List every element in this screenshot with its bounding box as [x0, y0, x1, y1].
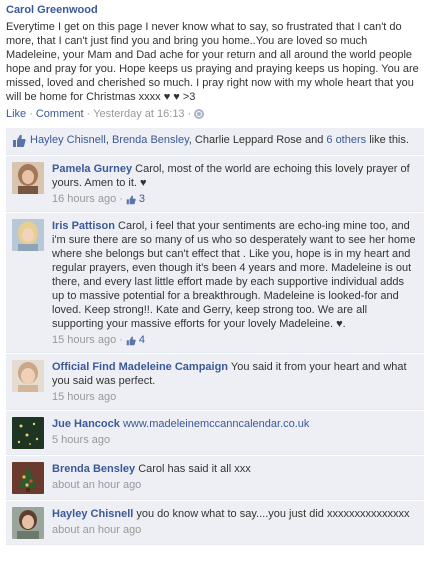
likes-separator: , Charlie Leppard Rose and — [188, 134, 327, 146]
comment-url-link[interactable]: www.madeleinemccanncalendar.co.uk — [123, 418, 310, 430]
separator-dot: · — [29, 108, 33, 120]
likes-text: Hayley Chisnell, Brenda Bensley, Charlie… — [30, 133, 409, 148]
comment-author-link[interactable]: Iris Pattison — [52, 220, 115, 232]
comment-author-link[interactable]: Hayley Chisnell — [52, 508, 133, 520]
comment-author-link[interactable]: Pamela Gurney — [52, 163, 132, 175]
post-timestamp[interactable]: Yesterday at 16:13 — [93, 107, 184, 121]
post: Carol Greenwood Everytime I get on this … — [0, 0, 430, 121]
likes-suffix: like this. — [366, 134, 409, 146]
thumbs-up-icon — [13, 134, 26, 147]
comment-meta: 5 hours ago — [52, 433, 418, 447]
thumbs-up-icon[interactable] — [126, 336, 136, 346]
separator-dot: · — [119, 334, 123, 346]
comment: Pamela Gurney Carol, most of the world a… — [6, 155, 424, 212]
comment-body: Pamela Gurney Carol, most of the world a… — [52, 162, 418, 206]
comment-author-link[interactable]: Official Find Madeleine Campaign — [52, 361, 228, 373]
globe-icon[interactable] — [194, 109, 205, 119]
comment-meta: about an hour ago — [52, 478, 418, 492]
post-author-link[interactable]: Carol Greenwood — [6, 3, 424, 17]
avatar[interactable] — [12, 360, 44, 392]
comment-text: you do know what to say....you just did … — [133, 508, 410, 520]
separator-dot: · — [86, 108, 91, 120]
post-actions: Like · Comment · Yesterday at 16:13 · — [6, 107, 424, 121]
comment-time[interactable]: 15 hours ago — [52, 390, 116, 404]
likes-row: Hayley Chisnell, Brenda Bensley, Charlie… — [6, 128, 424, 155]
avatar[interactable] — [12, 507, 44, 539]
comment: Hayley Chisnell you do know what to say.… — [6, 500, 424, 545]
comment-like-count[interactable]: 4 — [139, 333, 145, 347]
comment-author-link[interactable]: Brenda Bensley — [52, 463, 135, 475]
comment-author-link[interactable]: Jue Hancock — [52, 418, 120, 430]
comment-body: Official Find Madeleine Campaign You sai… — [52, 360, 418, 404]
thumbs-up-icon[interactable] — [126, 195, 136, 205]
comment-text: Carol, i feel that your sentiments are e… — [52, 220, 416, 330]
comment-meta: 15 hours ago · 4 — [52, 333, 418, 347]
comment: Official Find Madeleine Campaign You sai… — [6, 353, 424, 410]
liker-link[interactable]: Brenda Bensley — [112, 134, 189, 146]
comment: Brenda Bensley Carol has said it all xxx… — [6, 455, 424, 500]
post-text: Everytime I get on this page I never kno… — [6, 21, 419, 103]
comment: Jue Hancock www.madeleinemccanncalendar.… — [6, 410, 424, 455]
comment-meta: about an hour ago — [52, 523, 418, 537]
comment-text: Carol has said it all xxx — [135, 463, 251, 475]
comment-time[interactable]: 16 hours ago — [52, 192, 116, 206]
separator-dot: · — [187, 108, 192, 120]
avatar[interactable] — [12, 162, 44, 194]
avatar[interactable] — [12, 417, 44, 449]
comment: Iris Pattison Carol, i feel that your se… — [6, 212, 424, 353]
comment-link[interactable]: Comment — [36, 107, 84, 121]
others-link[interactable]: 6 others — [326, 134, 366, 146]
avatar[interactable] — [12, 462, 44, 494]
comment-body: Brenda Bensley Carol has said it all xxx… — [52, 462, 418, 494]
comment-meta: 15 hours ago — [52, 390, 418, 404]
comment-time[interactable]: about an hour ago — [52, 478, 141, 492]
comment-body: Jue Hancock www.madeleinemccanncalendar.… — [52, 417, 418, 449]
liker-link[interactable]: Hayley Chisnell — [30, 134, 106, 146]
comment-time[interactable]: 15 hours ago — [52, 333, 116, 347]
like-link[interactable]: Like — [6, 107, 26, 121]
feedback-section: Hayley Chisnell, Brenda Bensley, Charlie… — [6, 128, 424, 545]
avatar[interactable] — [12, 219, 44, 251]
comment-like-count[interactable]: 3 — [139, 192, 145, 206]
comment-body: Hayley Chisnell you do know what to say.… — [52, 507, 418, 539]
comment-time[interactable]: about an hour ago — [52, 523, 141, 537]
comment-meta: 16 hours ago · 3 — [52, 192, 418, 206]
comment-time[interactable]: 5 hours ago — [52, 433, 110, 447]
comment-body: Iris Pattison Carol, i feel that your se… — [52, 219, 418, 347]
separator-dot: · — [119, 193, 123, 205]
